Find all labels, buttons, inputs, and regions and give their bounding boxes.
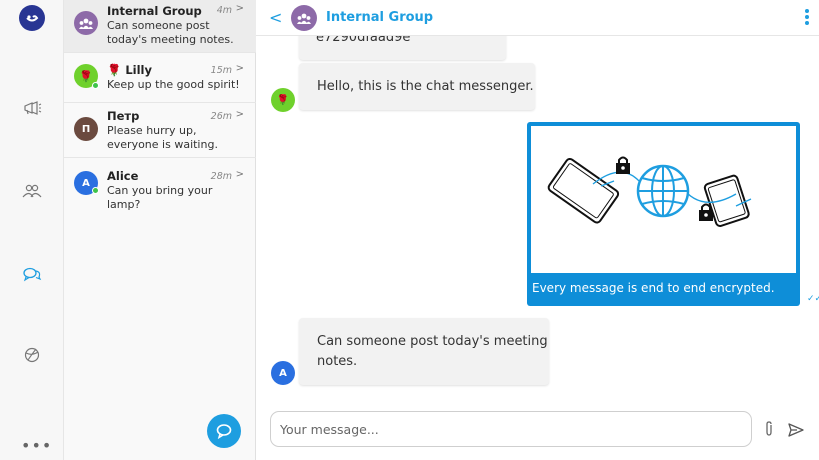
app-logo[interactable] [19,5,45,31]
read-receipt-icon: ✓✓ [807,294,819,304]
paperclip-icon[interactable] [764,421,774,441]
sender-avatar: 🌹 [271,88,295,112]
conversation-time: 15m [210,65,232,76]
group-icon [297,13,311,24]
message-bubble: Hello, this is the chat messenger. [299,63,535,110]
more-options-icon[interactable]: ••• [21,436,52,455]
group-avatar[interactable] [291,5,317,31]
contacts-icon[interactable] [20,179,44,203]
conversation-name: 🌹 Lilly [107,63,152,77]
more-vert-icon[interactable] [805,9,809,27]
chats-icon[interactable] [20,262,44,286]
app-window: ••• Internal Group 4m > Can someone post… [0,0,819,460]
conversation-list: Internal Group 4m > Can someone post tod… [64,0,256,460]
conversation-item-internal-group[interactable]: Internal Group 4m > Can someone post tod… [64,0,256,53]
chevron-right-icon: > [235,109,244,120]
logo-icon [26,15,39,22]
globe-icon[interactable] [20,343,44,367]
message-composer [256,400,819,460]
conversation-item-alice[interactable]: A Alice 28m > Can you bring your lamp? [64,158,256,211]
nav-rail: ••• [0,0,64,460]
message-text: notes. [317,354,358,369]
conversation-preview: Can someone post today's meeting notes. [107,19,234,46]
send-icon[interactable] [788,422,804,441]
conversation-preview: Keep up the good spirit! [107,78,240,91]
online-status-dot [92,187,99,194]
chevron-right-icon: > [235,63,244,74]
encryption-illustration [531,126,796,273]
chat-bubble-icon [216,424,232,439]
message-list: e7290dfaad9e 🌹 Hello, this is the chat m… [256,36,819,400]
group-icon [79,18,93,29]
message-bubble: e7290dfaad9e [299,36,506,60]
conversation-time: 4m [216,5,232,16]
conversation-time: 28m [210,171,232,182]
chevron-right-icon: > [235,3,244,14]
online-status-dot [92,82,99,89]
conversation-name: Internal Group [107,4,202,18]
avatar: П [74,117,98,141]
chevron-right-icon: > [235,169,244,180]
conversation-preview: Please hurry up, everyone is waiting. [107,124,218,151]
announcements-icon[interactable] [20,96,44,120]
back-icon[interactable]: < [269,8,282,27]
message-bubble: Can someone post today's meeting notes. [299,318,549,385]
group-avatar [74,11,98,35]
conversation-item-lilly[interactable]: 🌹 🌹 Lilly 15m > Keep up the good spirit! [64,53,256,103]
chat-header: < Internal Group [256,0,819,36]
message-text: Hello, this is the chat messenger. [317,79,534,94]
conversation-name: Alice [107,169,139,183]
message-text: Can someone post today's meeting [317,334,548,349]
conversation-item-petr[interactable]: П Петр 26m > Please hurry up, everyone i… [64,103,256,158]
image-caption: Every message is end to end encrypted. [532,281,775,295]
conversation-name: Петр [107,109,140,123]
chat-title: Internal Group [326,10,434,25]
chat-pane: < Internal Group e7290dfaad9e 🌹 Hello, t… [256,0,819,460]
conversation-time: 26m [210,111,232,122]
message-text: e7290dfaad9e [316,36,411,45]
image-message[interactable]: Every message is end to end encrypted. [527,122,800,306]
new-chat-button[interactable] [207,414,241,448]
message-input[interactable] [270,411,752,447]
sender-avatar: A [271,361,295,385]
conversation-preview: Can you bring your lamp? [107,184,213,211]
